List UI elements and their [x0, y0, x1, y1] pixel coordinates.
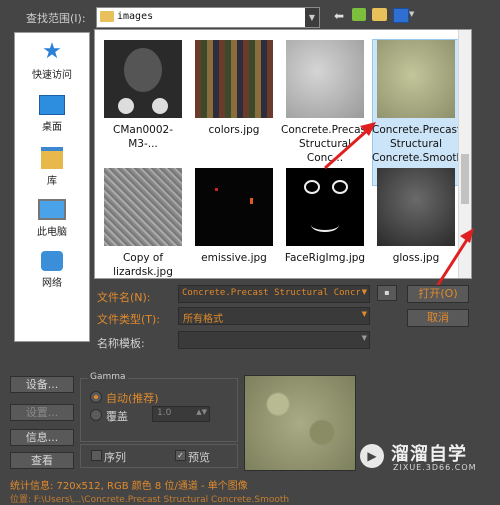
preview-label: 预览	[188, 451, 210, 464]
filename-extra-button[interactable]: ▪	[377, 285, 397, 301]
chevron-down-icon[interactable]: ▼	[362, 310, 367, 318]
chevron-down-icon[interactable]: ▼	[362, 288, 367, 296]
filetype-value: 所有格式	[183, 314, 223, 325]
spinner-icon[interactable]: ▲▼	[196, 408, 207, 416]
preview-checkbox[interactable]: ✓	[175, 450, 186, 461]
path-text: 位置: F:\Users\...\Concrete.Precast Struct…	[10, 495, 290, 505]
sequence-label: 序列	[104, 451, 126, 464]
filename-field[interactable]: Concrete.Precast Structural Concr ▼	[178, 285, 370, 303]
gamma-auto-radio[interactable]	[90, 391, 102, 403]
name-template-label: 名称模板:	[97, 337, 145, 350]
gamma-value-spinner[interactable]: 1.0 ▲▼	[152, 406, 210, 422]
info-button[interactable]: 信息...	[10, 429, 74, 446]
chevron-down-icon[interactable]: ▼	[362, 334, 367, 342]
stats-text: 统计信息: 720x512, RGB 颜色 8 位/通道 - 单个图像	[10, 481, 248, 492]
open-button[interactable]: 打开(O)	[407, 285, 469, 303]
devices-button[interactable]: 设备...	[10, 376, 74, 393]
preview-image	[244, 375, 356, 471]
filetype-dropdown[interactable]: 所有格式 ▼	[178, 307, 370, 325]
gamma-override-radio[interactable]	[90, 409, 102, 421]
view-button[interactable]: 查看	[10, 452, 74, 469]
watermark-url: ZIXUE.3D66.COM	[393, 463, 477, 472]
gamma-override-label: 覆盖	[106, 410, 128, 423]
gamma-title: Gamma	[88, 372, 128, 382]
sequence-checkbox[interactable]	[91, 450, 102, 461]
filetype-label: 文件类型(T):	[97, 313, 161, 326]
gamma-auto-label: 自动(推荐)	[106, 392, 159, 405]
name-template-dropdown[interactable]: ▼	[178, 331, 370, 349]
filename-value: Concrete.Precast Structural Concr	[182, 288, 360, 298]
settings-button[interactable]: 设置...	[10, 404, 74, 421]
filename-label: 文件名(N):	[97, 291, 151, 304]
cancel-button[interactable]: 取消	[407, 309, 469, 327]
gamma-value: 1.0	[157, 408, 172, 418]
watermark-logo-icon: ▶	[360, 444, 384, 468]
